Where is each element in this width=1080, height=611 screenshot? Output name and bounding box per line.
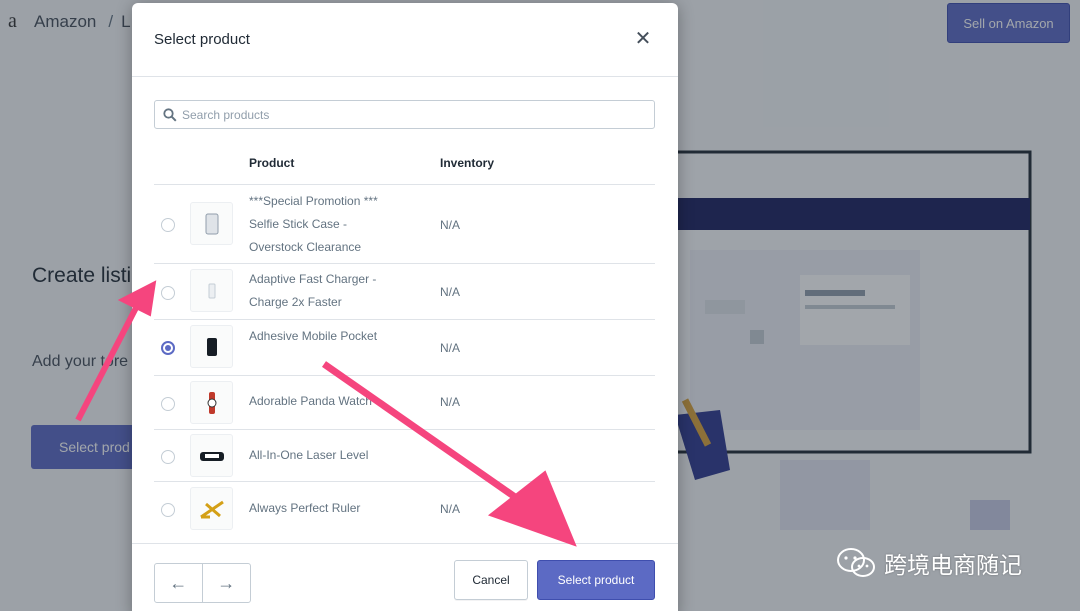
- product-name: All-In-One Laser Level: [249, 448, 369, 462]
- column-header-inventory: Inventory: [440, 156, 495, 170]
- charger-icon: [208, 283, 215, 298]
- watermark-text: 跨境电商随记: [884, 553, 1022, 579]
- row-radio[interactable]: [161, 218, 175, 232]
- product-name: Adorable Panda Watch: [249, 394, 372, 408]
- mobile-pocket-icon: [206, 337, 217, 356]
- row-radio[interactable]: [161, 503, 175, 517]
- phone-case-icon: [205, 213, 218, 234]
- watch-icon: [207, 391, 216, 414]
- ruler-icon: [199, 500, 224, 518]
- row-radio[interactable]: [161, 450, 175, 464]
- product-list: ***Special Promotion *** Selfie Stick Ca…: [154, 184, 655, 537]
- modal-title: Select product: [154, 31, 250, 48]
- product-inventory: N/A: [440, 395, 461, 409]
- product-inventory: N/A: [440, 218, 461, 232]
- table-row[interactable]: All-In-One Laser Level: [154, 429, 655, 481]
- table-row[interactable]: ***Special Promotion *** Selfie Stick Ca…: [154, 184, 655, 263]
- product-inventory: N/A: [440, 502, 461, 516]
- product-thumbnail: [190, 202, 233, 245]
- product-inventory: N/A: [440, 285, 461, 299]
- table-row[interactable]: Adorable Panda Watch N/A: [154, 375, 655, 429]
- arrow-right-icon[interactable]: →: [203, 564, 251, 602]
- cancel-button[interactable]: Cancel: [454, 560, 528, 600]
- table-row[interactable]: Always Perfect Ruler N/A: [154, 481, 655, 537]
- search-icon: [163, 107, 177, 122]
- product-thumbnail: [190, 325, 233, 368]
- search-field[interactable]: [154, 100, 655, 129]
- product-thumbnail: [190, 269, 233, 312]
- product-thumbnail: [190, 434, 233, 477]
- product-inventory: N/A: [440, 341, 461, 355]
- modal-header: Select product ✕: [132, 3, 678, 77]
- product-thumbnail: [190, 487, 233, 530]
- wechat-icon: [837, 548, 875, 577]
- arrow-left-icon[interactable]: ←: [155, 564, 203, 602]
- product-name: ***Special Promotion *** Selfie Stick Ca…: [249, 194, 378, 254]
- select-product-button[interactable]: Select product: [537, 560, 655, 600]
- table-row[interactable]: Adaptive Fast Charger - Charge 2x Faster…: [154, 263, 655, 319]
- table-row[interactable]: Adhesive Mobile Pocket N/A: [154, 319, 655, 375]
- select-product-modal: Select product ✕ Product Inventory ***Sp…: [132, 3, 678, 611]
- watermark: 跨境电商随记: [836, 546, 1022, 580]
- pagination: ← →: [154, 563, 251, 603]
- laser-level-icon: [199, 451, 224, 461]
- close-icon[interactable]: ✕: [632, 29, 654, 51]
- product-thumbnail: [190, 381, 233, 424]
- row-radio-selected[interactable]: [161, 341, 175, 355]
- modal-footer: ← → Cancel Select product: [132, 543, 678, 611]
- row-radio[interactable]: [161, 397, 175, 411]
- column-header-product: Product: [249, 156, 295, 170]
- product-name: Adhesive Mobile Pocket: [249, 329, 378, 343]
- product-name: Adaptive Fast Charger - Charge 2x Faster: [249, 272, 377, 309]
- search-input[interactable]: [182, 107, 642, 122]
- row-radio[interactable]: [161, 286, 175, 300]
- product-name: Always Perfect Ruler: [249, 501, 361, 515]
